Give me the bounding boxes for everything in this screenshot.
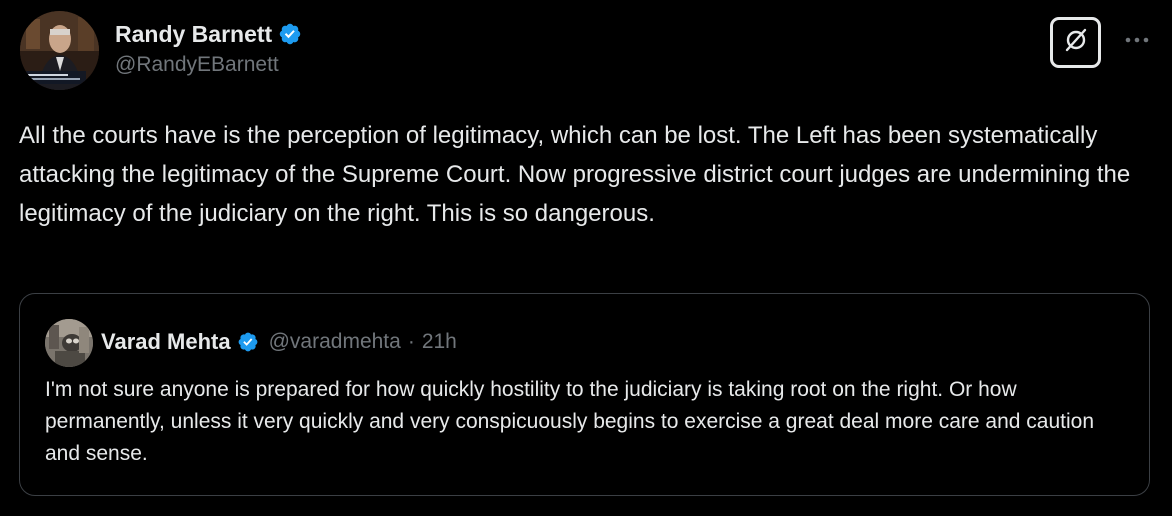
author-handle[interactable]: @RandyEBarnett: [115, 53, 279, 77]
quoted-tweet-card[interactable]: Varad Mehta @varadmehta · 21h I'm not su…: [19, 293, 1150, 496]
quoted-tweet-text: I'm not sure anyone is prepared for how …: [45, 378, 1094, 465]
quoted-tweet-time[interactable]: 21h: [422, 330, 457, 354]
more-options-button[interactable]: [1122, 30, 1152, 50]
author-name[interactable]: Randy Barnett: [115, 21, 272, 48]
tweet-text: All the courts have is the perception of…: [19, 122, 1131, 227]
verified-badge-icon: [278, 22, 302, 46]
quoted-author-avatar-image: [45, 319, 93, 367]
author-name-row[interactable]: Randy Barnett: [115, 18, 302, 50]
quoted-tweet-header: Varad Mehta @varadmehta · 21h: [101, 327, 457, 357]
quoted-author-name[interactable]: Varad Mehta: [101, 329, 231, 355]
quoted-author-avatar: [45, 319, 93, 367]
author-avatar[interactable]: [20, 11, 99, 90]
quoted-author-handle[interactable]: @varadmehta: [269, 330, 401, 354]
more-horizontal-icon: [1124, 31, 1150, 49]
grok-icon: [1063, 27, 1089, 58]
author-avatar-image: [20, 11, 99, 90]
verified-badge-icon: [237, 331, 259, 353]
separator-dot: ·: [407, 330, 415, 353]
grok-button[interactable]: [1050, 17, 1101, 68]
